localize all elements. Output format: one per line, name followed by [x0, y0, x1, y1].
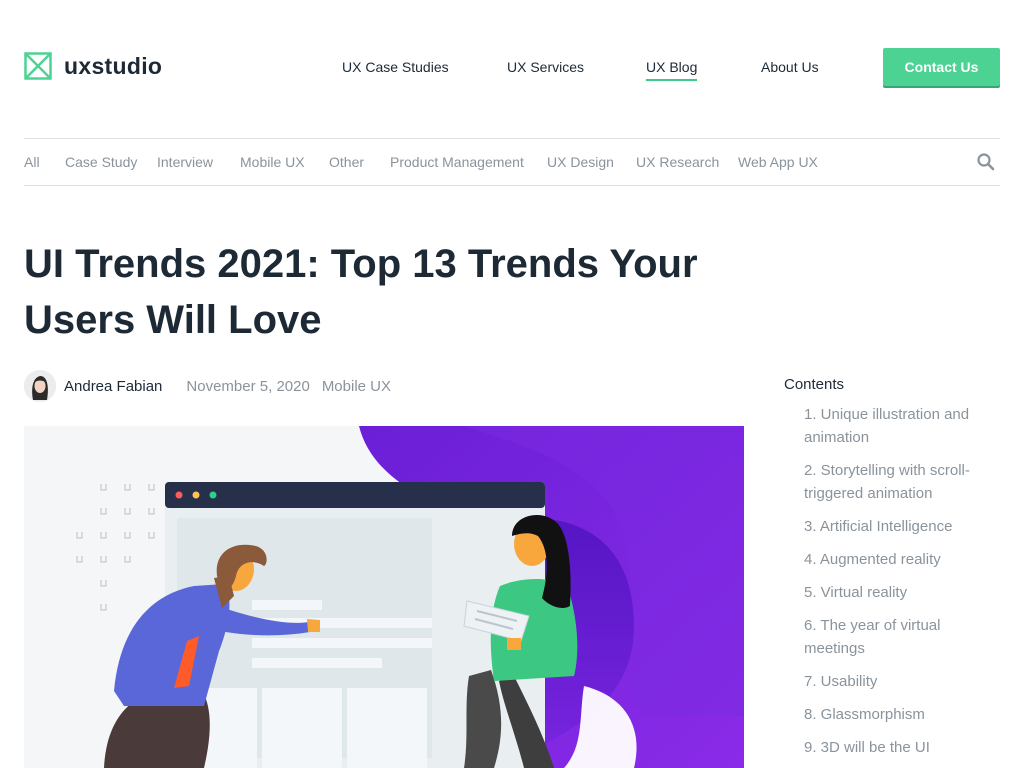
category-bar: All Case Study Interview Mobile UX Other… — [24, 138, 1000, 186]
contents-item[interactable]: 6. The year of virtual meetings — [804, 614, 1000, 660]
author-portrait-icon — [24, 370, 56, 402]
nav-ux-services[interactable]: UX Services — [507, 59, 584, 75]
author-name[interactable]: Andrea Fabian — [64, 378, 162, 395]
contents-item[interactable]: 5. Virtual reality — [804, 581, 1000, 604]
category-ux-research[interactable]: UX Research — [636, 154, 719, 170]
contents-item[interactable]: 1. Unique illustration and animation — [804, 403, 1000, 449]
contents-item[interactable]: 2. Storytelling with scroll-triggered an… — [804, 459, 1000, 505]
category-mobile-ux[interactable]: Mobile UX — [240, 154, 305, 170]
table-of-contents: Contents 1. Unique illustration and anim… — [784, 376, 1000, 768]
author-avatar[interactable] — [24, 370, 56, 402]
contents-item[interactable]: 8. Glassmorphism — [804, 703, 1000, 726]
brand-name: uxstudio — [64, 52, 163, 79]
category-web-app-ux[interactable]: Web App UX — [738, 154, 818, 170]
search-icon[interactable] — [976, 152, 996, 172]
ui-trends-illustration — [24, 426, 744, 768]
contents-item[interactable]: 3. Artificial Intelligence — [804, 515, 1000, 538]
nav-ux-blog[interactable]: UX Blog — [646, 59, 698, 81]
contents-item[interactable]: 7. Usability — [804, 670, 1000, 693]
logo[interactable]: uxstudio — [24, 52, 162, 80]
contents-item[interactable]: 4. Augmented reality — [804, 548, 1000, 571]
nav-ux-case-studies[interactable]: UX Case Studies — [342, 59, 449, 75]
category-other[interactable]: Other — [329, 154, 364, 170]
contents-item[interactable]: 9. 3D will be the UI — [804, 736, 1000, 759]
site-header: uxstudio UX Case Studies UX Services UX … — [24, 48, 1000, 88]
category-case-study[interactable]: Case Study — [65, 154, 137, 170]
category-interview[interactable]: Interview — [157, 154, 213, 170]
category-ux-design[interactable]: UX Design — [547, 154, 614, 170]
contact-us-button[interactable]: Contact Us — [883, 48, 1000, 86]
category-product-management[interactable]: Product Management — [390, 154, 524, 170]
uxstudio-logo-icon — [24, 52, 52, 80]
hero-illustration — [24, 426, 744, 768]
nav-about-us[interactable]: About Us — [761, 59, 819, 75]
article-title: UI Trends 2021: Top 13 Trends Your Users… — [24, 242, 698, 342]
article-meta: Andrea Fabian November 5, 2020 Mobile UX — [24, 370, 391, 402]
contents-list: 1. Unique illustration and animation 2. … — [784, 403, 1000, 759]
publish-date: November 5, 2020 — [186, 377, 310, 395]
category-all[interactable]: All — [24, 154, 40, 170]
contents-heading: Contents — [784, 376, 845, 393]
post-category[interactable]: Mobile UX — [322, 378, 391, 395]
